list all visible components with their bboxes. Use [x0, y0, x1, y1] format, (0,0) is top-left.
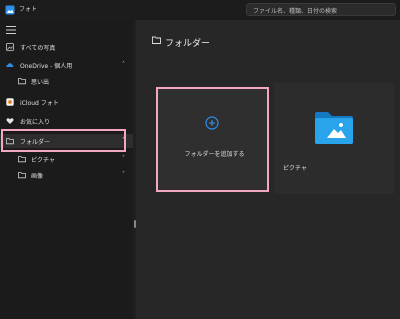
chevron-up-icon[interactable]: ˄ — [122, 61, 125, 68]
folder-icon — [18, 172, 26, 179]
page-title: フォルダー — [165, 39, 211, 49]
app-title: フォト — [19, 6, 38, 13]
sidebar-item-pictures[interactable]: ピクチャ ˅ — [0, 152, 133, 166]
icloud-icon — [6, 98, 14, 106]
sidebar-item-memories[interactable]: 思い出 — [0, 74, 133, 88]
sidebar-item-label: 画像 — [31, 173, 44, 180]
sidebar-item-images[interactable]: 画像 ˅ — [0, 168, 133, 182]
chevron-down-icon[interactable]: ˅ — [122, 171, 125, 178]
sidebar-item-favorites[interactable]: お気に入り — [0, 114, 133, 128]
folder-tile-pictures[interactable]: ピクチャ — [274, 83, 394, 194]
sidebar-item-label: iCloud フォト — [20, 100, 59, 107]
add-folder-label: フォルダーを追加する — [184, 151, 245, 158]
folder-icon — [152, 36, 161, 44]
folder-icon — [18, 156, 26, 163]
sidebar-item-label: すべての写真 — [20, 45, 56, 52]
sidebar-item-label: お気に入り — [20, 119, 51, 126]
search-input[interactable]: ファイル名、種類、日付の検索 — [246, 3, 396, 16]
sidebar-item-onedrive[interactable]: OneDrive - 個人用 ˄ — [0, 58, 133, 72]
hamburger-menu-icon[interactable] — [6, 26, 16, 34]
sidebar-item-label: OneDrive - 個人用 — [20, 63, 73, 70]
sidebar-item-label: ピクチャ — [31, 157, 55, 164]
folder-icon — [18, 78, 26, 85]
add-folder-button[interactable]: フォルダーを追加する — [156, 87, 269, 192]
folders-highlight-box — [1, 129, 126, 152]
main-content: フォルダー フォルダーを追加する ピクチャ — [136, 20, 400, 319]
photos-app-icon — [5, 5, 15, 15]
search-placeholder: ファイル名、種類、日付の検索 — [253, 8, 338, 15]
sidebar-item-label: 思い出 — [31, 79, 50, 86]
sidebar: すべての写真 OneDrive - 個人用 ˄ 思い出 iCloud フォト お… — [0, 20, 133, 319]
heart-icon — [6, 118, 14, 124]
photos-icon — [6, 43, 14, 51]
cloud-icon — [6, 63, 14, 67]
sidebar-item-all-photos[interactable]: すべての写真 — [0, 40, 133, 54]
sidebar-item-icloud[interactable]: iCloud フォト — [0, 95, 133, 109]
pictures-folder-icon — [315, 112, 353, 144]
title-bar: フォト ファイル名、種類、日付の検索 — [0, 0, 400, 20]
add-circle-icon — [205, 116, 219, 130]
folder-tile-label: ピクチャ — [283, 165, 307, 172]
chevron-down-icon[interactable]: ˅ — [122, 155, 125, 162]
